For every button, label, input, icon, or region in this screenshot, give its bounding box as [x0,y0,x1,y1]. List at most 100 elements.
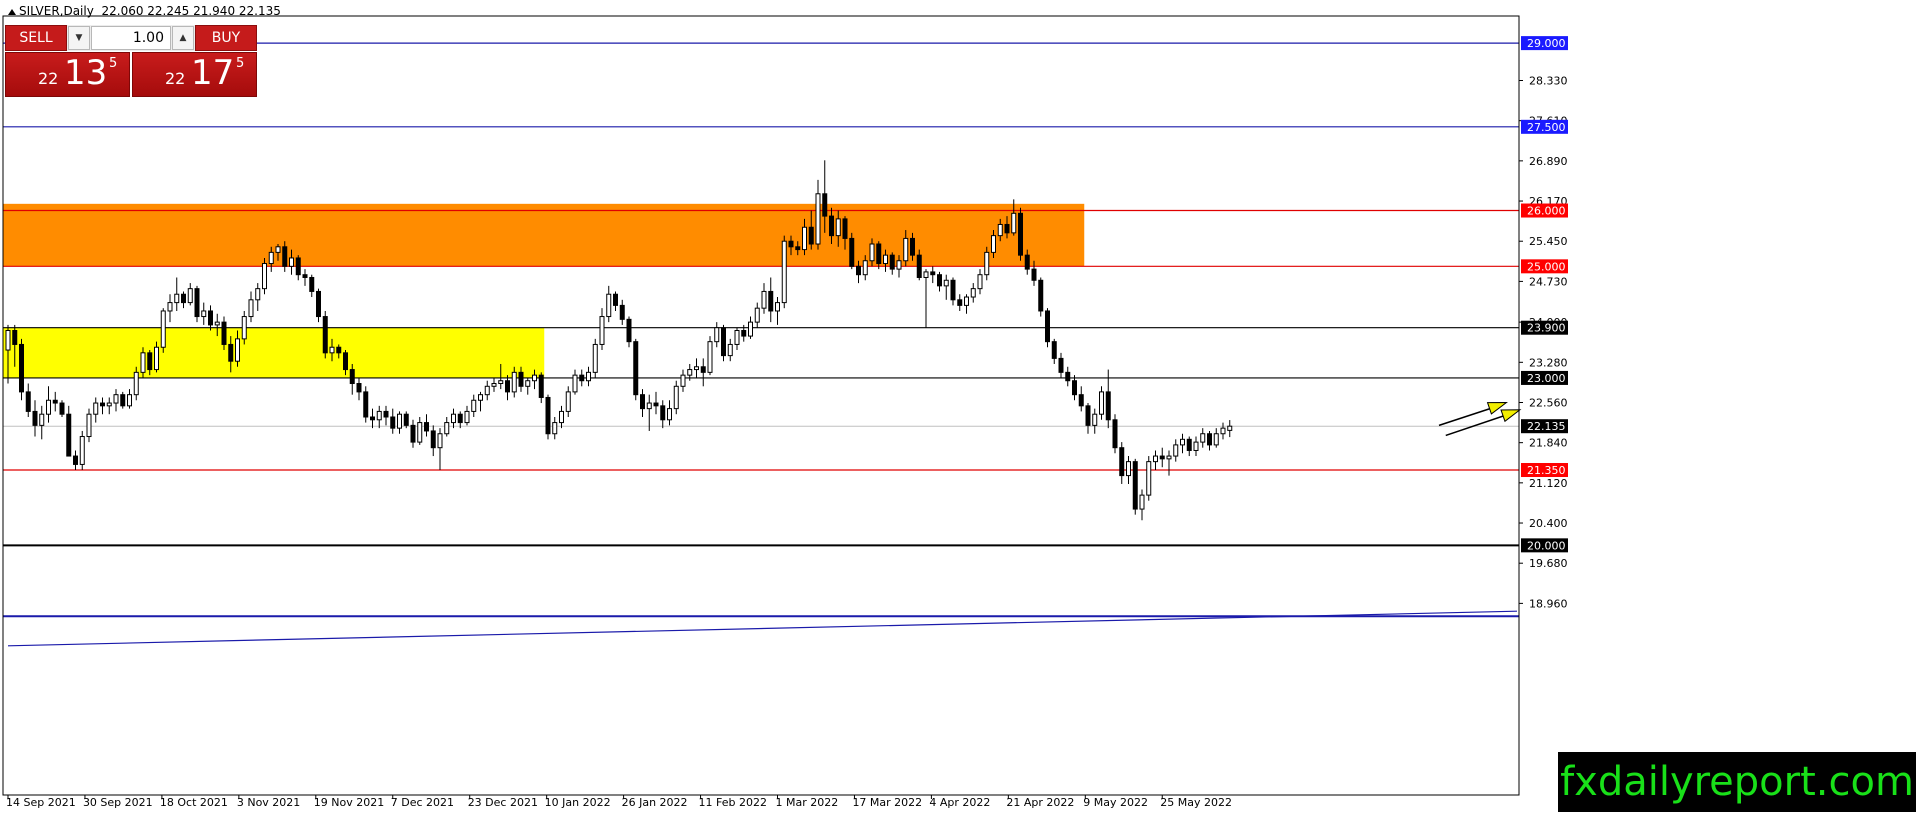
candle-body [538,374,544,398]
candle-body [140,352,146,373]
candle-body [903,237,909,262]
candle-body [1072,380,1077,396]
candle-body [1132,461,1138,510]
candle-body [390,416,396,429]
candle-body [626,318,632,343]
candle-body [1193,441,1199,451]
current-price-label: 22.135 [1527,420,1566,433]
x-tick-label: 10 Jan 2022 [545,796,611,809]
x-tick-label: 4 Apr 2022 [929,796,990,809]
candle-body [1207,433,1212,446]
candle-body [457,413,463,424]
candle-body [241,316,247,340]
candle-body [822,193,828,217]
candle-body [100,402,105,407]
y-tick-label: 18.960 [1529,597,1568,610]
candle-body [1031,268,1037,281]
candle-body [1173,444,1179,457]
candle-body [147,352,153,371]
y-tick-label: 19.680 [1529,557,1568,570]
candle-body [370,416,375,421]
sell-price-box[interactable]: 22 13 5 [5,52,130,97]
candle-body [640,394,645,410]
buy-price-box[interactable]: 22 17 5 [132,52,257,97]
candle-body [572,374,578,393]
candle-body [518,371,524,387]
symbol-header: SILVER,Daily 22.060 22.245 21.940 22.135 [8,4,281,18]
candle-body [1024,254,1030,270]
lot-size-input[interactable] [91,26,171,50]
candle-body [46,399,51,415]
candle-body [120,394,126,407]
candle-body [316,290,321,318]
candle-body [383,410,389,418]
candle-body [970,288,976,298]
candle-body [32,410,38,426]
candle-body [862,260,868,276]
support-zone [3,327,545,378]
candle-body [545,396,551,435]
candle-body [653,402,659,407]
candle-body [66,413,72,457]
x-tick-label: 18 Oct 2021 [160,796,228,809]
candle-body [1018,212,1023,256]
candle-body [964,296,969,306]
level-label: 26.000 [1527,205,1566,218]
candle-body [471,399,477,412]
candle-body [268,251,274,265]
candle-body [1011,212,1017,234]
candle-body [451,413,456,424]
candle-body [262,263,267,290]
candle-body [484,385,490,396]
level-label: 25.000 [1527,260,1566,273]
level-label: 29.000 [1527,37,1566,50]
candle-body [802,226,807,251]
buy-button[interactable]: BUY [195,25,257,51]
candle-body [5,330,11,351]
candle-body [505,380,510,393]
candle-body [667,408,672,421]
candle-body [1038,279,1044,312]
sell-price-pip: 5 [109,56,118,71]
candle-body [687,369,693,376]
candle-body [984,251,990,276]
candle-body [154,346,159,371]
price-chart[interactable]: 28.33027.61026.89026.17025.45024.73024.0… [0,0,1916,812]
candle-body [376,410,382,421]
y-tick-label: 20.400 [1529,517,1568,530]
candle-body [498,380,504,385]
candle-body [329,346,335,354]
candle-body [1112,419,1118,449]
candle-body [1166,455,1172,460]
candle-body [761,290,767,309]
candle-body [403,413,409,426]
candle-body [660,405,666,421]
candle-body [1220,427,1226,435]
candle-body [599,316,605,345]
lot-increase-button[interactable]: ▲ [172,26,194,50]
lot-decrease-button[interactable]: ▼ [68,26,90,50]
candle-body [835,218,841,237]
candle-body [1146,461,1152,496]
candle-body [228,343,234,362]
y-tick-label: 25.450 [1529,235,1568,248]
x-tick-label: 21 Apr 2022 [1006,796,1074,809]
candle-body [397,413,402,429]
candle-body [79,436,85,465]
candle-body [181,293,186,304]
level-label: 23.000 [1527,372,1566,385]
candle-body [889,254,895,270]
candle-body [633,341,639,396]
chart-area[interactable]: 28.33027.61026.89026.17025.45024.73024.0… [0,0,1916,812]
candle-body [133,371,139,396]
y-tick-label: 24.730 [1529,275,1568,288]
candle-body [208,310,213,326]
y-tick-label: 23.280 [1529,356,1568,369]
candle-body [93,402,99,415]
candle-body [586,371,591,382]
x-tick-label: 19 Nov 2021 [314,796,384,809]
candle-body [694,366,699,371]
sell-button[interactable]: SELL [5,25,67,51]
chevron-down-icon: ▼ [75,33,83,43]
candle-body [1065,371,1071,382]
